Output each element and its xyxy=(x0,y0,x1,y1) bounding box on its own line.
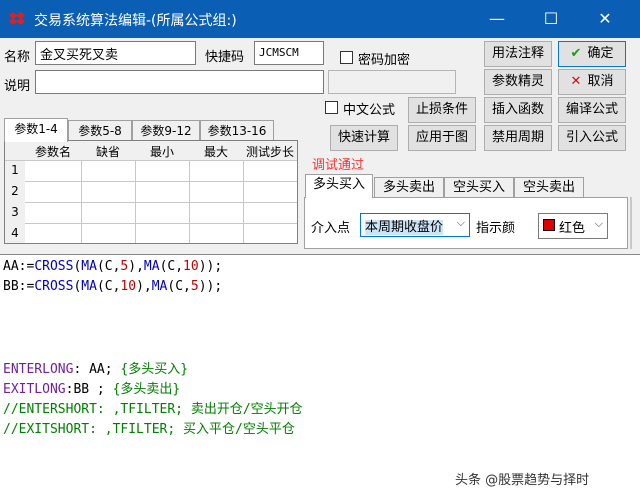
chevron-down-icon: ⌵ xyxy=(594,217,603,230)
param-header-name: 参数名 xyxy=(34,145,71,159)
code-line-enterlong: ENTERLONG: AA; {多头买入} xyxy=(3,362,189,377)
indicator-color-label: 指示颜 xyxy=(476,221,516,236)
import-formula-button[interactable]: 引入公式 xyxy=(558,125,626,151)
shortcut-input[interactable]: JCMSCM xyxy=(254,41,324,65)
code-line-exitlong: EXITLONG:BB ; {多头卖出} xyxy=(3,382,181,397)
param-header-step: 测试步长 xyxy=(245,145,294,159)
signal-panel: 介入点 本周期收盘价 ⌵ 指示颜 红色 ⌵ xyxy=(304,197,628,249)
row-number: 3 xyxy=(11,205,19,219)
description-input[interactable] xyxy=(35,70,324,94)
entry-point-select[interactable]: 本周期收盘价 ⌵ xyxy=(360,213,470,237)
check-icon: ✔ xyxy=(570,46,582,61)
color-select[interactable]: 红色 ⌵ xyxy=(538,213,608,239)
grid-line xyxy=(25,223,297,224)
row-number: 2 xyxy=(11,184,19,198)
color-swatch-icon xyxy=(543,219,555,231)
code-line-entershort-comment: //ENTERSHORT: ,TFILTER; 卖出开仓/空头开仓 xyxy=(3,402,303,417)
title-bar: 交易系统算法编辑-(所属公式组:) — ☐ ✕ xyxy=(0,0,640,38)
tab-long-buy[interactable]: 多头买入 xyxy=(305,174,373,198)
window-title: 交易系统算法编辑-(所属公式组:) xyxy=(34,13,237,29)
close-button[interactable]: ✕ xyxy=(593,8,617,30)
tab-params-5-8[interactable]: 参数5-8 xyxy=(68,120,132,141)
param-tune-button[interactable]: 参数精灵 xyxy=(484,69,552,95)
tab-short-sell[interactable]: 空头卖出 xyxy=(514,177,584,198)
grid-line xyxy=(25,181,297,182)
app-logo-icon xyxy=(9,12,25,25)
tab-long-sell[interactable]: 多头卖出 xyxy=(374,177,444,198)
param-header-default: 缺省 xyxy=(95,145,120,159)
code-line-exitshort-comment: //EXITSHORT: ,TFILTER; 买入平仓/空头平仓 xyxy=(3,422,295,437)
row-number: 1 xyxy=(11,163,19,177)
compile-button[interactable]: 编译公式 xyxy=(558,97,626,123)
watermark-text: 头条 @股票趋势与择时 xyxy=(455,473,590,488)
chevron-down-icon: ⌵ xyxy=(456,216,465,229)
chinese-formula-label: 中文公式 xyxy=(343,103,396,118)
description-extra-field xyxy=(328,70,456,94)
row-number: 4 xyxy=(11,226,19,240)
minimize-button[interactable]: — xyxy=(485,8,509,30)
code-editor[interactable]: AA:=CROSS(MA(C,5),MA(C,10)); BB:=CROSS(M… xyxy=(0,254,640,501)
tab-params-1-4[interactable]: 参数1-4 xyxy=(4,118,68,142)
shortcut-label: 快捷码 xyxy=(205,50,245,65)
name-label: 名称 xyxy=(4,50,31,65)
tab-params-13-16[interactable]: 参数13-16 xyxy=(200,120,274,141)
tab-short-buy[interactable]: 空头买入 xyxy=(444,177,514,198)
stop-loss-button[interactable]: 止损条件 xyxy=(408,97,476,123)
disable-period-button[interactable]: 禁用周期 xyxy=(484,125,552,151)
cancel-button[interactable]: ✕ 取消 xyxy=(558,69,626,95)
code-line-2: BB:=CROSS(MA(C,10),MA(C,5)); xyxy=(3,279,223,294)
password-label: 密码加密 xyxy=(358,53,411,68)
code-line-1: AA:=CROSS(MA(C,5),MA(C,10)); xyxy=(3,259,223,274)
status-text: 调试通过 xyxy=(312,158,365,173)
chinese-formula-checkbox[interactable] xyxy=(325,101,338,114)
apply-chart-button[interactable]: 应用于图 xyxy=(408,125,476,151)
cancel-x-icon: ✕ xyxy=(570,74,582,89)
tab-params-9-12[interactable]: 参数9-12 xyxy=(132,120,200,141)
param-header-min: 最小 xyxy=(149,145,174,159)
grid-line xyxy=(25,202,297,203)
maximize-button[interactable]: ☐ xyxy=(539,8,563,30)
description-label: 说明 xyxy=(4,79,31,94)
name-input[interactable]: 金叉买死叉卖 xyxy=(35,41,196,65)
usage-note-button[interactable]: 用法注释 xyxy=(484,41,552,67)
confirm-button[interactable]: ✔ 确定 xyxy=(558,41,626,67)
password-checkbox[interactable] xyxy=(340,51,353,64)
param-table: 参数名 缺省 最小 最大 测试步长 1 2 3 4 xyxy=(4,140,298,244)
panel-divider xyxy=(630,197,632,249)
entry-point-label: 介入点 xyxy=(311,221,351,236)
quick-calc-button[interactable]: 快速计算 xyxy=(330,125,398,151)
insert-function-button[interactable]: 插入函数 xyxy=(484,97,552,123)
param-header-max: 最大 xyxy=(203,145,228,159)
